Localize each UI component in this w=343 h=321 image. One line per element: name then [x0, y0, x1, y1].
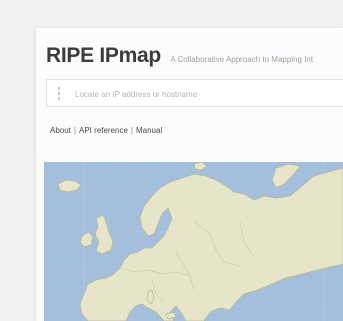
- app-title: RIPE IPmap: [46, 44, 161, 67]
- nav-link-about[interactable]: About: [50, 126, 71, 135]
- search-grip-icon: [58, 87, 60, 100]
- nav-separator: |: [130, 126, 133, 135]
- map-canvas[interactable]: [44, 162, 343, 321]
- nav-separator: |: [73, 126, 76, 135]
- app-card: RIPE IPmap A Collaborative Approach to M…: [36, 28, 343, 321]
- nav-link-api-reference[interactable]: API reference: [79, 126, 128, 135]
- search-input[interactable]: [75, 84, 335, 104]
- search-box[interactable]: [46, 79, 343, 107]
- app-header: RIPE IPmap A Collaborative Approach to M…: [36, 28, 343, 152]
- app-subtitle: A Collaborative Approach to Mapping Int: [170, 55, 314, 64]
- world-map[interactable]: [44, 162, 343, 321]
- nav-links: About | API reference | Manual: [50, 126, 162, 135]
- nav-link-manual[interactable]: Manual: [136, 126, 162, 135]
- title-row: RIPE IPmap A Collaborative Approach to M…: [46, 44, 313, 68]
